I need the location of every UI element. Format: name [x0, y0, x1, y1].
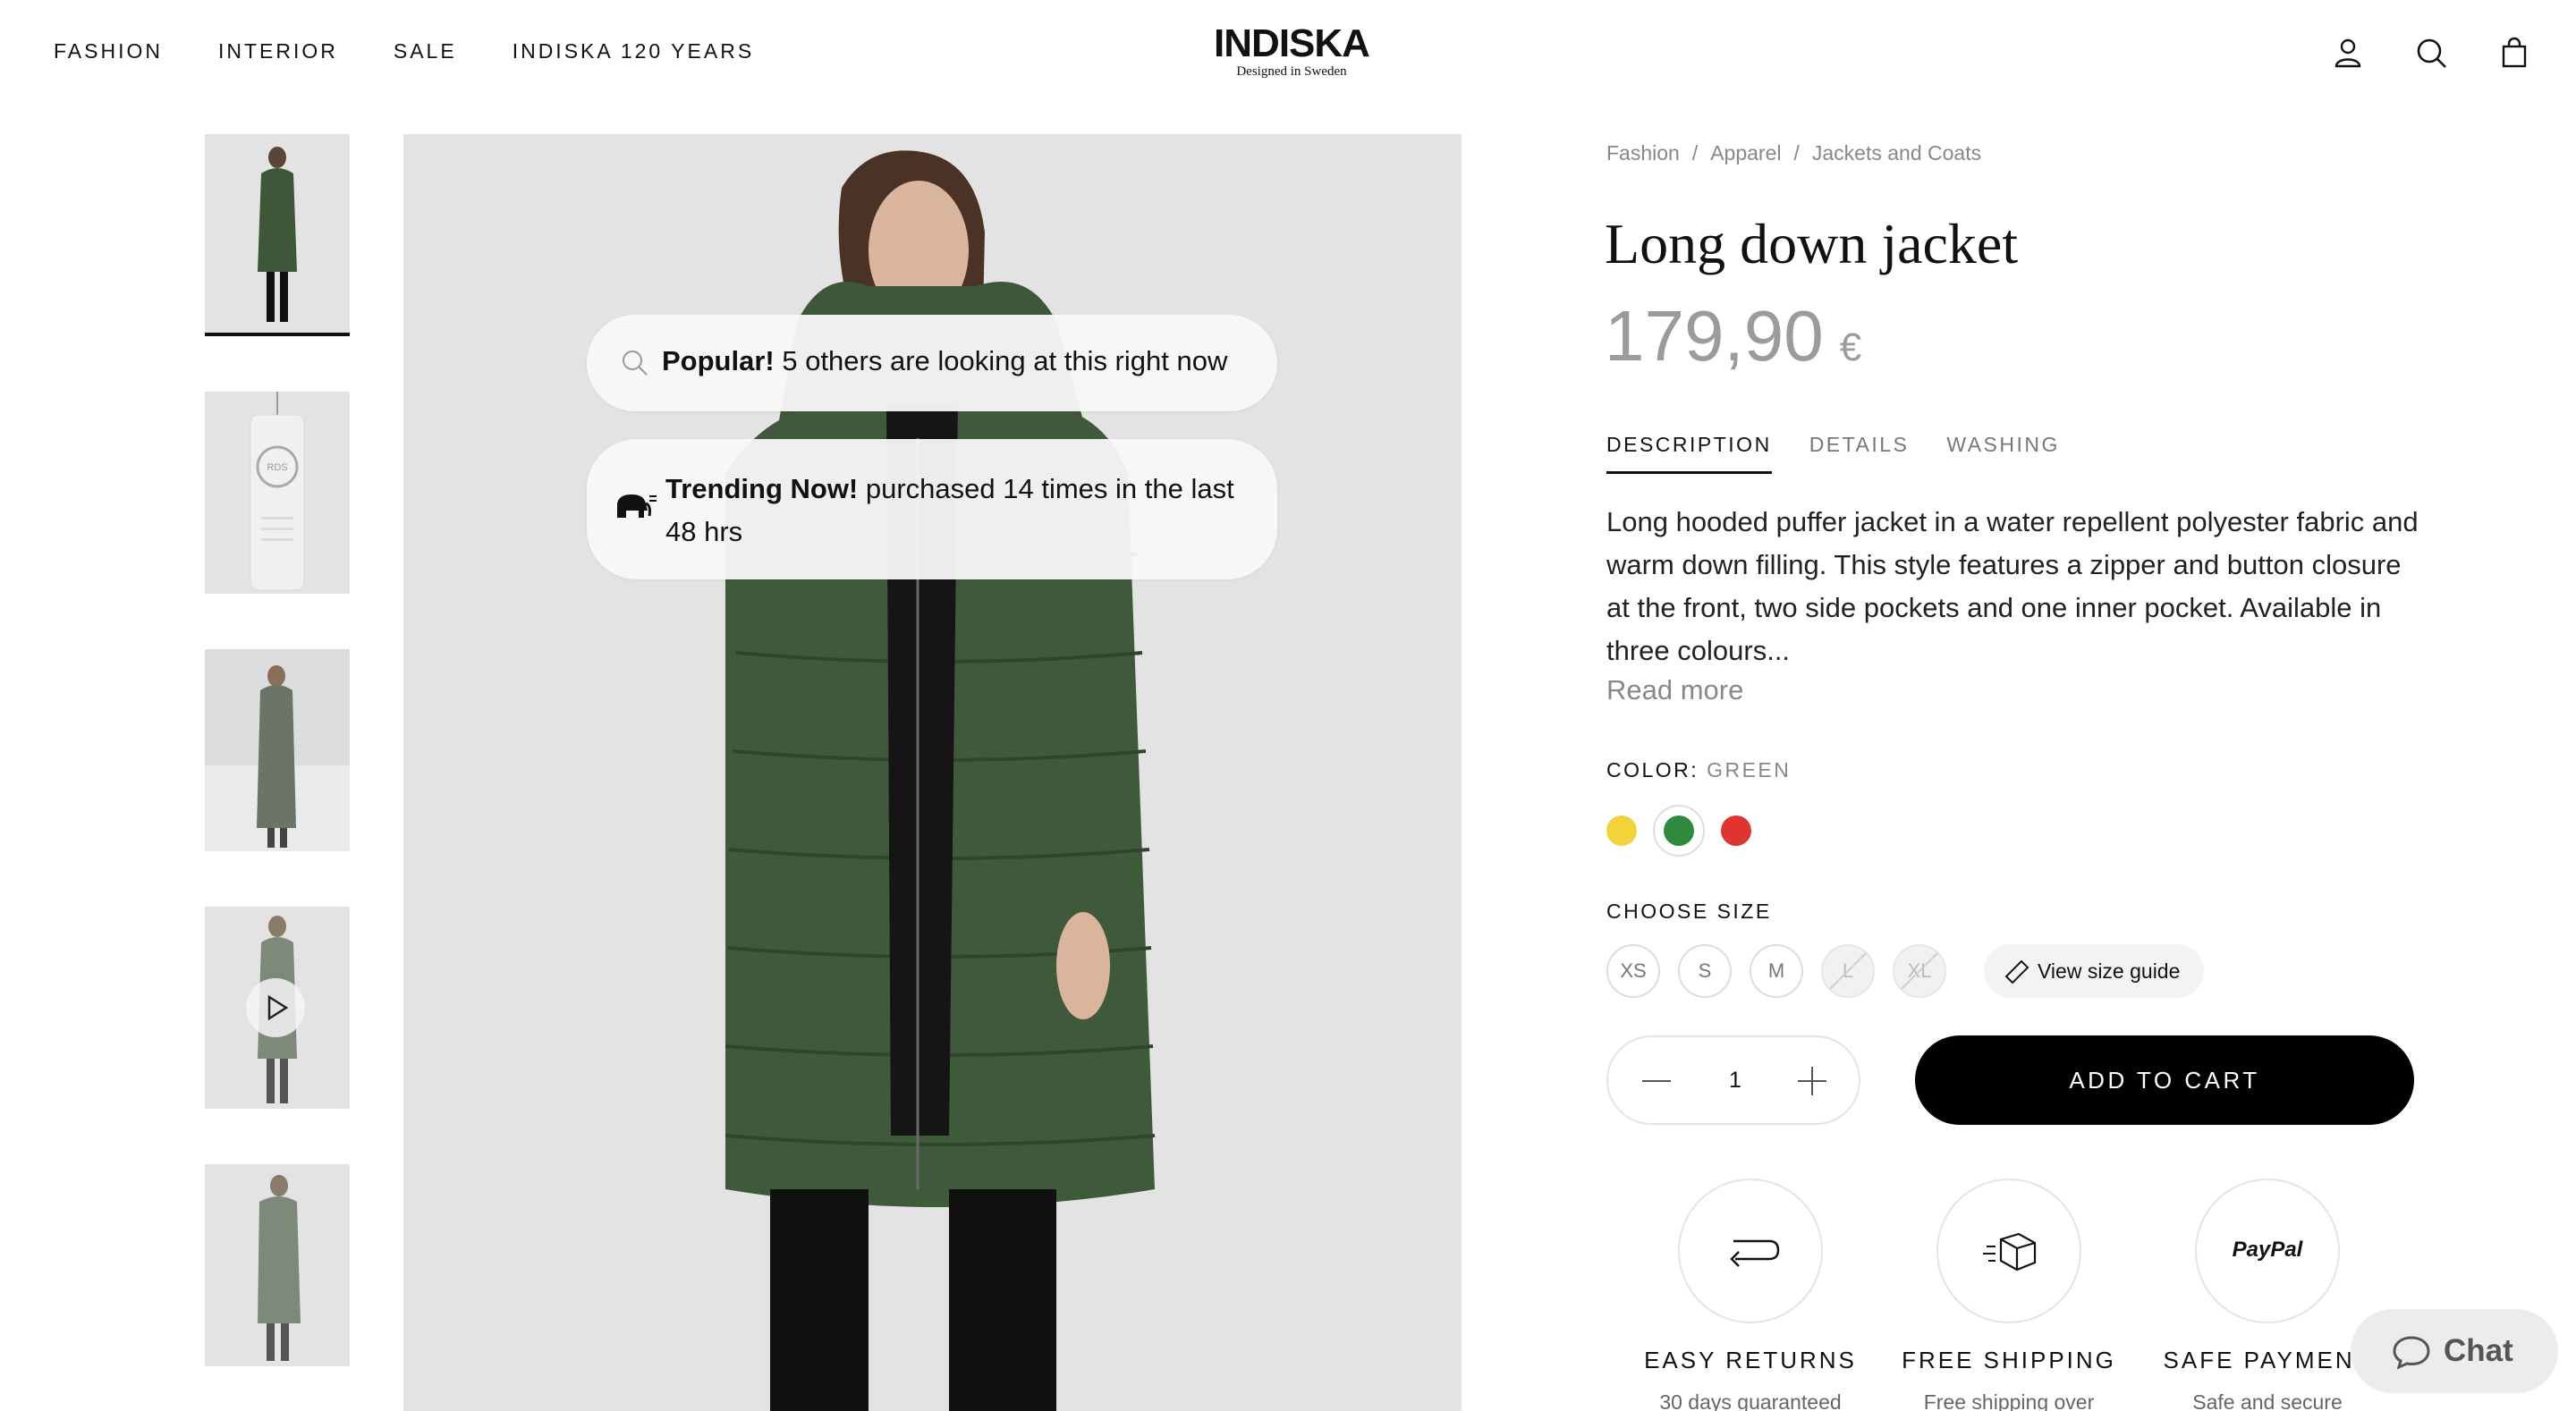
breadcrumb-separator: /	[1793, 141, 1800, 165]
size-xl-unavailable: XL	[1893, 944, 1946, 998]
popular-badge: Popular! 5 others are looking at this ri…	[587, 315, 1277, 411]
product-price: 179,90 €	[1605, 295, 1861, 377]
price-currency: €	[1839, 325, 1862, 369]
trending-badge: Trending Now! purchased 14 times in the …	[587, 439, 1277, 579]
size-xs[interactable]: XS	[1606, 944, 1660, 998]
tab-description[interactable]: DESCRIPTION	[1606, 433, 1772, 474]
return-arrow-icon	[1678, 1179, 1823, 1323]
logo-tagline: Designed in Sweden	[1236, 64, 1347, 79]
paypal-logo-text: PayPal	[2232, 1238, 2303, 1262]
breadcrumb-jackets-and-coats[interactable]: Jackets and Coats	[1812, 141, 1981, 165]
color-swatch-yellow[interactable]	[1606, 815, 1637, 846]
svg-text:RDS: RDS	[267, 462, 287, 473]
elephant-icon	[614, 491, 657, 536]
nav-sale[interactable]: SALE	[394, 39, 457, 63]
main-nav: FASHION INTERIOR SALE INDISKA 120 YEARS	[54, 39, 754, 63]
tab-details[interactable]: DETAILS	[1809, 433, 1910, 474]
add-to-cart-button[interactable]: ADD TO CART	[1915, 1035, 2414, 1125]
price-value: 179,90	[1605, 296, 1824, 376]
size-label: CHOOSE SIZE	[1606, 900, 1772, 923]
thumbnail-2[interactable]: RDS	[205, 392, 350, 594]
usp-title: EASY RETURNS	[1644, 1347, 1857, 1373]
size-guide-label: View size guide	[2038, 959, 2181, 983]
usp-subtitle: Free shipping over	[1923, 1390, 2095, 1411]
logo-brand: INDISKA	[1214, 21, 1370, 65]
package-icon	[1936, 1179, 2081, 1323]
nav-interior[interactable]: INTERIOR	[218, 39, 338, 63]
bag-icon[interactable]	[2497, 36, 2531, 70]
color-label-text: COLOR:	[1606, 758, 1699, 782]
tab-washing[interactable]: WASHING	[1946, 433, 2060, 474]
trending-title: Trending Now!	[665, 473, 859, 504]
color-value: GREEN	[1707, 758, 1792, 782]
chat-label: Chat	[2444, 1333, 2513, 1368]
product-title: Long down jacket	[1605, 212, 2019, 275]
ruler-icon	[2004, 959, 2030, 991]
account-icon[interactable]	[2331, 36, 2365, 70]
color-label: COLOR: GREEN	[1606, 758, 1791, 782]
thumbnail-1[interactable]	[205, 134, 350, 336]
nav-indiska-120-years[interactable]: INDISKA 120 YEARS	[513, 39, 754, 63]
nav-fashion[interactable]: FASHION	[54, 39, 163, 63]
size-guide-button[interactable]: View size guide	[1984, 944, 2204, 998]
site-header: FASHION INTERIOR SALE INDISKA 120 YEARS …	[0, 0, 2576, 107]
quantity-increase-button[interactable]	[1798, 1067, 1826, 1095]
product-tabs: DESCRIPTION DETAILS WASHING	[1606, 433, 2060, 474]
popular-title: Popular!	[662, 345, 775, 376]
read-more-link[interactable]: Read more	[1606, 674, 1743, 706]
usp-free-shipping: FREE SHIPPING Free shipping over	[1879, 1179, 2139, 1411]
search-icon[interactable]	[2414, 36, 2448, 70]
breadcrumb-fashion[interactable]: Fashion	[1606, 141, 1680, 165]
usp-subtitle: 30 days guaranteed	[1659, 1390, 1842, 1411]
size-s[interactable]: S	[1678, 944, 1732, 998]
quantity-stepper: 1	[1606, 1035, 1860, 1125]
color-swatch-green[interactable]	[1664, 815, 1694, 846]
usp-subtitle: Safe and secure	[2192, 1390, 2343, 1411]
size-m[interactable]: M	[1750, 944, 1803, 998]
thumbnail-3[interactable]	[205, 649, 350, 851]
thumbnail-4-video[interactable]	[205, 907, 350, 1109]
chat-bubble-icon	[2392, 1334, 2431, 1378]
header-icons	[2331, 36, 2531, 70]
breadcrumb: Fashion / Apparel / Jackets and Coats	[1606, 141, 1981, 165]
chat-button[interactable]: Chat	[2351, 1309, 2558, 1393]
size-l-unavailable: L	[1821, 944, 1875, 998]
search-icon	[621, 349, 649, 384]
paypal-icon: PayPal	[2195, 1179, 2340, 1323]
breadcrumb-apparel[interactable]: Apparel	[1710, 141, 1781, 165]
usp-title: FREE SHIPPING	[1902, 1347, 2116, 1373]
product-description: Long hooded puffer jacket in a water rep…	[1606, 506, 2419, 666]
logo[interactable]: INDISKA Designed in Sweden	[1211, 21, 1372, 80]
color-swatch-red[interactable]	[1721, 815, 1751, 846]
popular-text: 5 others are looking at this right now	[774, 345, 1228, 376]
play-icon[interactable]	[246, 978, 305, 1037]
usp-easy-returns: EASY RETURNS 30 days guaranteed	[1621, 1179, 1880, 1411]
breadcrumb-separator: /	[1691, 141, 1699, 165]
thumbnail-5[interactable]	[205, 1164, 350, 1366]
